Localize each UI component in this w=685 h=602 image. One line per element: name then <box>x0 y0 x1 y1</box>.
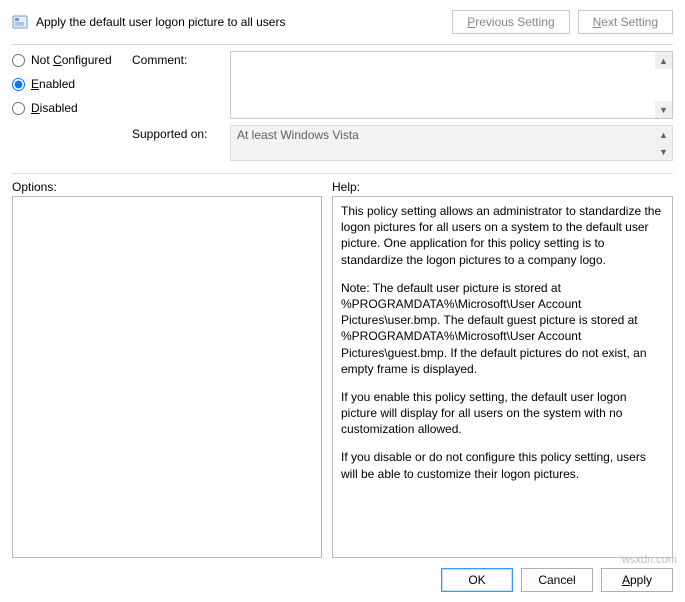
radio-disabled[interactable]: Disabled <box>12 101 122 115</box>
labels-row: Options: Help: <box>12 180 673 194</box>
cancel-button[interactable]: Cancel <box>521 568 593 592</box>
radio-enabled-input[interactable] <box>12 78 25 91</box>
supported-label: Supported on: <box>132 125 222 141</box>
options-label: Options: <box>12 180 322 194</box>
help-label: Help: <box>332 180 673 194</box>
help-paragraph: This policy setting allows an administra… <box>341 203 664 268</box>
apply-button[interactable]: Apply <box>601 568 673 592</box>
radio-enabled-label: Enabled <box>31 77 75 91</box>
comment-wrap: ▲ ▼ <box>230 51 673 119</box>
policy-icon <box>12 14 28 30</box>
next-setting-button[interactable]: Next Setting <box>578 10 673 34</box>
policy-title: Apply the default user logon picture to … <box>36 15 444 29</box>
supported-row: Supported on: At least Windows Vista ▲ ▼ <box>132 125 673 161</box>
nav-buttons: Previous Setting Next Setting <box>452 10 673 34</box>
supported-wrap: At least Windows Vista ▲ ▼ <box>230 125 673 161</box>
panes-row: This policy setting allows an administra… <box>12 196 673 558</box>
state-column: Not Configured Enabled Disabled <box>12 51 122 161</box>
divider <box>12 44 673 45</box>
footer-row: OK Cancel Apply <box>12 558 673 592</box>
radio-disabled-input[interactable] <box>12 102 25 115</box>
radio-not-configured-label: Not Configured <box>31 53 112 67</box>
divider <box>12 173 673 174</box>
radio-enabled[interactable]: Enabled <box>12 77 122 91</box>
radio-disabled-label: Disabled <box>31 101 78 115</box>
radio-not-configured[interactable]: Not Configured <box>12 53 122 67</box>
previous-setting-button[interactable]: Previous Setting <box>452 10 569 34</box>
help-paragraph: Note: The default user picture is stored… <box>341 280 664 377</box>
supported-value: At least Windows Vista <box>230 125 673 161</box>
options-pane <box>12 196 322 558</box>
ok-button[interactable]: OK <box>441 568 513 592</box>
help-paragraph: If you enable this policy setting, the d… <box>341 389 664 438</box>
comment-row: Comment: ▲ ▼ <box>132 51 673 119</box>
comment-input[interactable] <box>230 51 673 119</box>
meta-column: Comment: ▲ ▼ Supported on: At least Wind… <box>132 51 673 161</box>
help-pane[interactable]: This policy setting allows an administra… <box>332 196 673 558</box>
comment-label: Comment: <box>132 51 222 67</box>
radio-not-configured-input[interactable] <box>12 54 25 67</box>
help-paragraph: If you disable or do not configure this … <box>341 449 664 481</box>
header-row: Apply the default user logon picture to … <box>12 10 673 34</box>
policy-dialog: Apply the default user logon picture to … <box>0 0 685 602</box>
config-row: Not Configured Enabled Disabled Comment:… <box>12 51 673 161</box>
